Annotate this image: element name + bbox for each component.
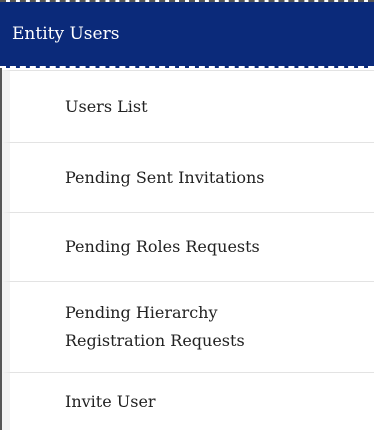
- menu-header[interactable]: Entity Users: [0, 2, 374, 68]
- menu-header-title: Entity Users: [12, 24, 120, 44]
- menu-item-pending-sent-invitations[interactable]: Pending Sent Invitations: [2, 142, 374, 212]
- menu-item-label: Pending Sent Invitations: [65, 167, 265, 187]
- menu-item-pending-roles-requests[interactable]: Pending Roles Requests: [2, 212, 374, 281]
- menu-item-label: Pending Hierarchy Registration Requests: [65, 303, 245, 350]
- menu-item-invite-user[interactable]: Invite User: [2, 372, 374, 430]
- menu-item-users-list[interactable]: Users List: [2, 70, 374, 142]
- menu-item-label: Invite User: [65, 391, 156, 411]
- menu-item-pending-hierarchy-registration-requests[interactable]: Pending Hierarchy Registration Requests: [2, 281, 374, 372]
- menu-item-label: Users List: [65, 96, 148, 116]
- entity-users-panel: Entity Users Users List Pending Sent Inv…: [0, 0, 374, 430]
- menu-item-label: Pending Roles Requests: [65, 237, 260, 256]
